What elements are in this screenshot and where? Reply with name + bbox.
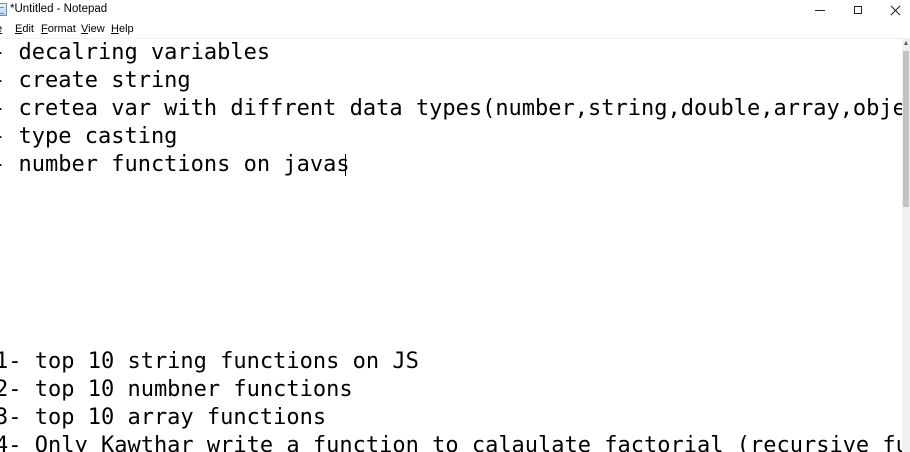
- minimize-icon: [815, 9, 825, 11]
- menu-bar: e Edit Format View Help: [0, 20, 910, 39]
- text-line: 4- Only Kawthar write a function to cala…: [0, 433, 902, 452]
- text-line: 3- top 10 array functions: [0, 405, 327, 430]
- menu-file[interactable]: e: [0, 23, 2, 35]
- scroll-up-arrow-icon[interactable]: ▲: [902, 39, 910, 49]
- text-line: - number functions on javas: [0, 152, 350, 177]
- maximize-icon: [854, 6, 862, 14]
- scrollbar-thumb[interactable]: [903, 51, 909, 207]
- vertical-scrollbar[interactable]: ▲: [902, 39, 910, 452]
- text-line: - cretea var with diffrent data types(nu…: [0, 96, 902, 121]
- text-line: 2- top 10 numbner functions: [0, 377, 353, 402]
- maximize-button[interactable]: [840, 0, 876, 20]
- notepad-icon[interactable]: [0, 3, 7, 16]
- text-line: 1- top 10 string functions on JS: [0, 349, 419, 374]
- text-line: - create string: [0, 68, 191, 93]
- window-title: *Untitled - Notepad: [10, 3, 108, 15]
- minimize-button[interactable]: [802, 0, 838, 20]
- title-bar[interactable]: *Untitled - Notepad: [0, 0, 910, 20]
- menu-format[interactable]: Format: [41, 23, 76, 35]
- close-button[interactable]: [877, 0, 910, 20]
- text-caret: [345, 154, 346, 176]
- menu-view[interactable]: View: [81, 23, 105, 35]
- close-icon: [890, 5, 901, 16]
- notepad-window: *Untitled - Notepad e Edit Format View H…: [0, 0, 910, 452]
- text-line: - decalring variables: [0, 40, 271, 65]
- menu-edit[interactable]: Edit: [15, 23, 34, 35]
- text-line: - type casting: [0, 124, 178, 149]
- menu-help[interactable]: Help: [111, 23, 134, 35]
- text-editor-area[interactable]: - decalring variables - create string - …: [0, 39, 902, 452]
